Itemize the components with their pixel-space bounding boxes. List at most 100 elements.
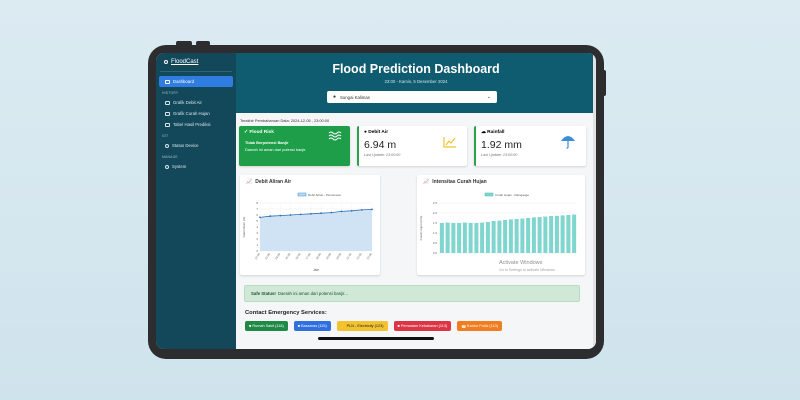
sidebar-section-iot: IOT	[162, 134, 169, 138]
wave-icon	[328, 131, 342, 141]
check-icon: ✓	[244, 130, 249, 135]
tablet-screen: FloodCast Dashboard HISTORY Grafik Debit…	[156, 53, 596, 349]
bar	[491, 221, 496, 253]
fire-department-button[interactable]: ■ Pemadam Kebakaran (113)	[393, 321, 452, 331]
x-tick-label: 19:00	[325, 252, 333, 260]
y-axis-label: Debit Aliran (m)	[242, 217, 246, 238]
chart-icon	[165, 111, 170, 116]
sidebar-section-manage: MANAGE	[162, 155, 178, 159]
sidebar-item-label: Dashboard	[173, 79, 195, 84]
device-icon	[165, 143, 169, 148]
sidebar-section-history: HISTORY	[162, 91, 179, 95]
home-indicator[interactable]	[318, 337, 434, 340]
activate-windows-watermark: Activate Windows	[499, 260, 543, 266]
scrollbar[interactable]	[593, 53, 596, 349]
data-point	[310, 212, 312, 215]
sidebar: FloodCast Dashboard HISTORY Grafik Debit…	[156, 53, 236, 349]
x-tick-label: 16:00	[294, 252, 302, 260]
debit-chart-card: 📈 Debit Aliran Air Debit Aliran - Piezom…	[240, 175, 380, 275]
data-point	[269, 215, 272, 218]
sidebar-item-label: Status Device	[172, 143, 199, 148]
sidebar-item-tabel-hasil-prediksi[interactable]: Tabel Hasil Prediksi	[159, 119, 233, 130]
police-button[interactable]: ☎ Kantor Polisi (110)	[457, 321, 502, 331]
y-tick-label: 8	[256, 201, 258, 205]
y-tick-label: 0.5	[433, 241, 438, 245]
sidebar-item-grafik-curah-hujan[interactable]: Grafik Curah Hujan	[159, 108, 233, 119]
sidebar-item-dashboard[interactable]: Dashboard	[159, 76, 233, 87]
legend-swatch	[484, 192, 494, 197]
bar	[445, 222, 450, 253]
chart-icon: 📈	[246, 179, 253, 185]
trend-chart-icon	[443, 137, 456, 148]
debit-chart: Debit Aliran - Piezometer01234567812:00 1…	[242, 192, 374, 272]
bar	[531, 217, 536, 253]
debit-air-title: ● Debit Air	[364, 130, 389, 135]
legend-label: Debit Aliran - Piezometer	[308, 193, 341, 197]
sidebar-item-status-device[interactable]: Status Device	[159, 140, 233, 151]
bar	[468, 223, 473, 253]
y-tick-label: 1.0	[433, 231, 438, 235]
x-tick-label: 14:00	[274, 252, 282, 260]
sidebar-item-system[interactable]: System	[159, 161, 233, 172]
flood-risk-card: ✓ Flood Risk Tidak Berpotensi Banjir Dae…	[239, 126, 350, 166]
chevron-down-icon: ⌄	[486, 94, 491, 100]
data-point	[330, 211, 333, 214]
x-tick-label: 12:00	[254, 252, 262, 260]
x-tick-label: 17:00	[304, 252, 312, 260]
table-icon	[165, 122, 170, 127]
basarnas-button[interactable]: ■ Basarnas (115)	[293, 321, 331, 331]
data-point	[299, 213, 302, 216]
brand[interactable]: FloodCast	[156, 53, 236, 65]
umbrella-icon	[561, 136, 575, 149]
bar	[439, 223, 444, 253]
header: Flood Prediction Dashboard 23:00 - Kamis…	[236, 53, 596, 113]
debit-chart-title: 📈 Debit Aliran Air	[246, 179, 292, 185]
divider	[160, 71, 232, 72]
sidebar-item-label: System	[172, 164, 187, 169]
y-tick-label: 1	[256, 243, 258, 247]
rainfall-card: ☁ Rainfall 1.92 mm Last Update: 23:00:00	[474, 126, 586, 166]
page-subtitle: 23:00 - Kamis, 5 Desember 2024	[384, 79, 448, 84]
legend-label: Curah Hujan - Raingauge	[495, 193, 529, 197]
sidebar-item-grafik-debit-air[interactable]: Grafik Debit Air	[159, 97, 233, 108]
data-point	[340, 210, 343, 213]
bar	[526, 218, 531, 253]
safe-status-text: Daerah ini aman dari potensi banjir...	[277, 291, 348, 296]
contact-title: Contact Emergency Services:	[245, 310, 327, 316]
system-icon	[165, 164, 169, 169]
brand-name: FloodCast	[171, 59, 199, 65]
bar	[474, 223, 479, 253]
river-select[interactable]: ● Sungai Kalimas ⌄	[327, 91, 497, 103]
bar	[520, 218, 525, 253]
y-tick-label: 2.0	[433, 211, 438, 215]
debit-air-updated: Last Update: 23:00:00	[364, 153, 401, 157]
bar	[566, 215, 571, 253]
x-tick-label: 23:00	[366, 252, 374, 260]
map-pin-icon: ●	[333, 94, 337, 100]
river-select-value: Sungai Kalimas	[340, 94, 370, 100]
bar	[554, 215, 559, 253]
water-drop-icon: ●	[364, 130, 367, 135]
bar	[457, 223, 462, 253]
data-point	[289, 214, 292, 216]
bar	[514, 219, 519, 253]
bar	[462, 222, 467, 253]
bar	[497, 220, 502, 253]
pln-button[interactable]: ⚡ PLN - Electricity (123)	[336, 321, 388, 331]
rainfall-updated: Last Update: 23:00:00	[481, 153, 518, 157]
x-tick-label: 22:00	[355, 252, 363, 260]
chart-icon: 📈	[423, 179, 430, 185]
data-point	[360, 209, 363, 211]
rain-chart-title: 📈 Intensitas Curah Hujan	[423, 179, 487, 185]
x-tick-label: 18:00	[315, 252, 323, 260]
rescue-icon: ■	[297, 324, 301, 328]
debit-air-card: ● Debit Air 6.94 m Last Update: 23:00:00	[357, 126, 467, 166]
lightning-icon: ⚡	[340, 324, 346, 329]
data-point	[320, 212, 322, 215]
y-tick-label: 3	[256, 231, 258, 235]
dashboard-icon	[165, 79, 170, 84]
x-tick-label: 20:00	[335, 252, 343, 260]
hospital-button[interactable]: ■ Rumah Sakit (118)	[245, 321, 288, 331]
x-tick-label: 13:00	[264, 252, 272, 260]
x-tick-label: 15:00	[284, 252, 292, 260]
